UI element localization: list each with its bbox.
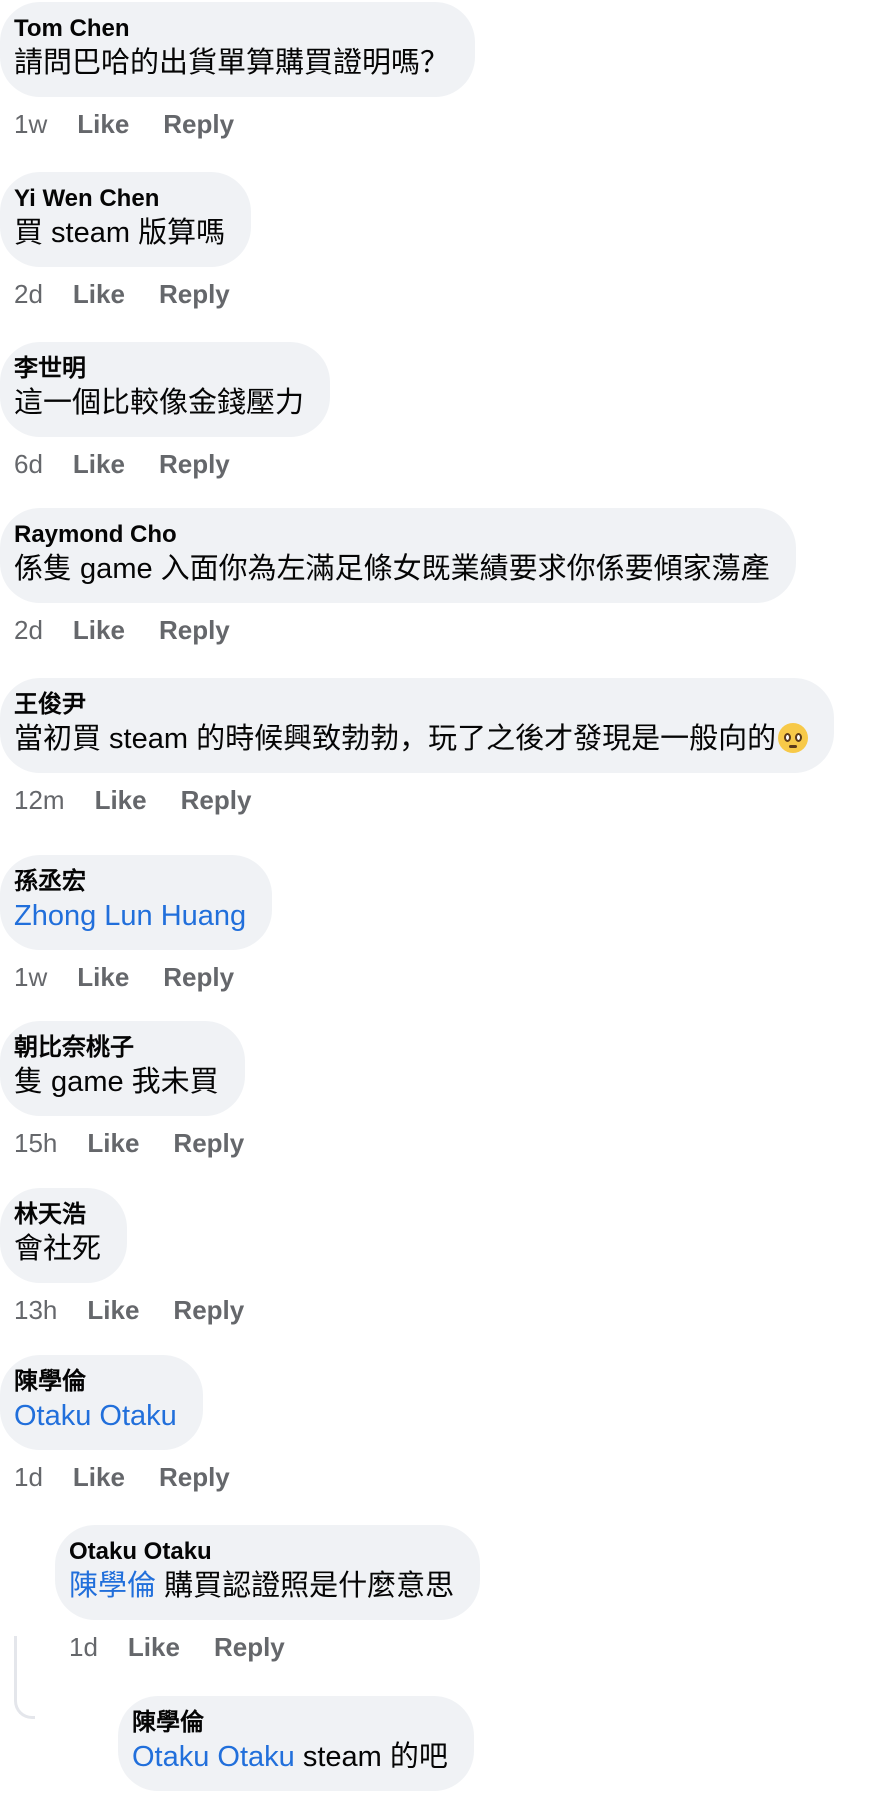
comment-bubble: Yi Wen Chen 買 steam 版算嗎 (0, 172, 252, 267)
like-button[interactable]: Like (73, 449, 125, 479)
comment-author[interactable]: Otaku Otaku (69, 1538, 454, 1566)
comment-time[interactable]: 6d (14, 449, 43, 479)
comment-text: 請問巴哈的出貨單算購買證明嗎？ (14, 47, 450, 79)
comment-author[interactable]: 王俊尹 (14, 691, 808, 719)
comment-author[interactable]: 李世明 (14, 355, 304, 383)
comment-author[interactable]: 林天浩 (14, 1201, 101, 1229)
comment-text: 隻 game 我未買 (14, 1066, 219, 1098)
comment-bubble: 王俊尹 當初買 steam 的時候興致勃勃，玩了之後才發現是一般向的 (0, 678, 835, 773)
comment-bubble: 李世明 這一個比較像金錢壓力 (0, 342, 331, 437)
comment: 朝比奈桃子 隻 game 我未買 15h Like Reply (0, 1021, 278, 1158)
comment-actions: 12m Like Reply (0, 785, 834, 815)
comment-bubble: 朝比奈桃子 隻 game 我未買 (0, 1021, 245, 1116)
comment-author[interactable]: 陳學倫 (132, 1709, 448, 1737)
comment-text-content: steam 的吧 (294, 1741, 448, 1773)
like-button[interactable]: Like (87, 1295, 139, 1325)
reply-comment: 陳學倫 Otaku Otaku steam 的吧 (118, 1696, 474, 1791)
comment-bubble: 孫丞宏 Zhong Lun Huang (0, 855, 273, 950)
comment: 孫丞宏 Zhong Lun Huang 1w Like Reply (0, 855, 273, 992)
comment-actions: 13h Like Reply (0, 1295, 278, 1325)
comment-text: 當初買 steam 的時候興致勃勃，玩了之後才發現是一般向的 (14, 721, 809, 757)
comment: Raymond Cho 係隻 game 入面你為左滿足條女既業績要求你係要傾家蕩… (0, 508, 796, 645)
comment-author[interactable]: 孫丞宏 (14, 868, 246, 896)
like-button[interactable]: Like (95, 785, 147, 815)
reply-button[interactable]: Reply (159, 1462, 230, 1492)
comment-time[interactable]: 13h (14, 1295, 57, 1325)
comment-actions: 1w Like Reply (0, 962, 272, 992)
like-button[interactable]: Like (73, 615, 125, 645)
reply-button[interactable]: Reply (159, 615, 230, 645)
reply-thread-line (14, 1636, 35, 1719)
comment-text-content: 當初買 steam 的時候興致勃勃，玩了之後才發現是一般向的 (14, 723, 777, 755)
comment: Tom Chen 請問巴哈的出貨單算購買證明嗎？ 1w Like Reply (0, 2, 476, 139)
comment-time[interactable]: 1w (14, 109, 47, 139)
comment-author[interactable]: Yi Wen Chen (14, 185, 225, 213)
comment: 王俊尹 當初買 steam 的時候興致勃勃，玩了之後才發現是一般向的 12m L… (0, 678, 835, 815)
comment-author[interactable]: Tom Chen (14, 15, 449, 43)
comment-actions: 6d Like Reply (0, 449, 330, 479)
comment-actions: 15h Like Reply (0, 1128, 278, 1158)
comment-mention-link[interactable]: Otaku Otaku (14, 1398, 177, 1434)
comment-actions: 1d Like Reply (0, 1462, 264, 1492)
like-button[interactable]: Like (73, 279, 125, 309)
comment-time[interactable]: 15h (14, 1128, 57, 1158)
like-button[interactable]: Like (73, 1462, 125, 1492)
comment-actions: 1w Like Reply (0, 109, 475, 139)
comment-text: 係隻 game 入面你為左滿足條女既業績要求你係要傾家蕩產 (14, 553, 770, 585)
comment-author[interactable]: Raymond Cho (14, 521, 770, 549)
comment-actions: 2d Like Reply (0, 279, 264, 309)
comment-actions: 1d Like Reply (55, 1632, 480, 1662)
comment-author[interactable]: 陳學倫 (14, 1368, 177, 1396)
comment-time[interactable]: 2d (14, 279, 43, 309)
comment: 陳學倫 Otaku Otaku 1d Like Reply (0, 1355, 264, 1492)
like-button[interactable]: Like (77, 109, 129, 139)
comment-actions: 2d Like Reply (0, 615, 796, 645)
comment-text: Otaku Otaku steam 的吧 (132, 1739, 448, 1775)
comment: 林天浩 會社死 13h Like Reply (0, 1188, 278, 1325)
comment-text: 會社死 (14, 1233, 102, 1265)
comment-text: 買 steam 版算嗎 (14, 217, 226, 249)
comment: Yi Wen Chen 買 steam 版算嗎 2d Like Reply (0, 172, 264, 309)
comment-time[interactable]: 1d (69, 1632, 98, 1662)
comment-bubble: Tom Chen 請問巴哈的出貨單算購買證明嗎？ (0, 2, 476, 97)
comment-bubble: Raymond Cho 係隻 game 入面你為左滿足條女既業績要求你係要傾家蕩… (0, 508, 796, 603)
reply-button[interactable]: Reply (163, 109, 234, 139)
reply-button[interactable]: Reply (214, 1632, 285, 1662)
comment-bubble: 陳學倫 Otaku Otaku steam 的吧 (118, 1696, 474, 1791)
comment-time[interactable]: 12m (14, 785, 65, 815)
reply-button[interactable]: Reply (159, 449, 230, 479)
pleading-face-emoji-icon (778, 723, 809, 753)
comment: 李世明 這一個比較像金錢壓力 6d Like Reply (0, 342, 331, 479)
comment-time[interactable]: 2d (14, 615, 43, 645)
comment-text-content: 購買認證照是什麼意思 (156, 1570, 455, 1602)
reply-button[interactable]: Reply (181, 785, 252, 815)
comment-text: 陳學倫 購買認證照是什麼意思 (69, 1568, 454, 1604)
comment-bubble: 陳學倫 Otaku Otaku (0, 1355, 203, 1450)
reply-button[interactable]: Reply (173, 1295, 244, 1325)
reply-button[interactable]: Reply (163, 962, 234, 992)
comment-author[interactable]: 朝比奈桃子 (14, 1034, 219, 1062)
reply-button[interactable]: Reply (173, 1128, 244, 1158)
like-button[interactable]: Like (77, 962, 129, 992)
reply-button[interactable]: Reply (159, 279, 230, 309)
comment-bubble: Otaku Otaku 陳學倫 購買認證照是什麼意思 (55, 1525, 481, 1620)
like-button[interactable]: Like (128, 1632, 180, 1662)
comment-mention-link[interactable]: Zhong Lun Huang (14, 898, 246, 934)
comment-mention-link[interactable]: 陳學倫 (69, 1570, 156, 1602)
comment-time[interactable]: 1d (14, 1462, 43, 1492)
reply-comment: Otaku Otaku 陳學倫 購買認證照是什麼意思 1d Like Reply (55, 1525, 481, 1662)
like-button[interactable]: Like (87, 1128, 139, 1158)
comment-text: 這一個比較像金錢壓力 (14, 387, 305, 419)
comment-bubble: 林天浩 會社死 (0, 1188, 128, 1283)
comment-mention-link[interactable]: Otaku Otaku (132, 1741, 295, 1773)
comment-time[interactable]: 1w (14, 962, 47, 992)
